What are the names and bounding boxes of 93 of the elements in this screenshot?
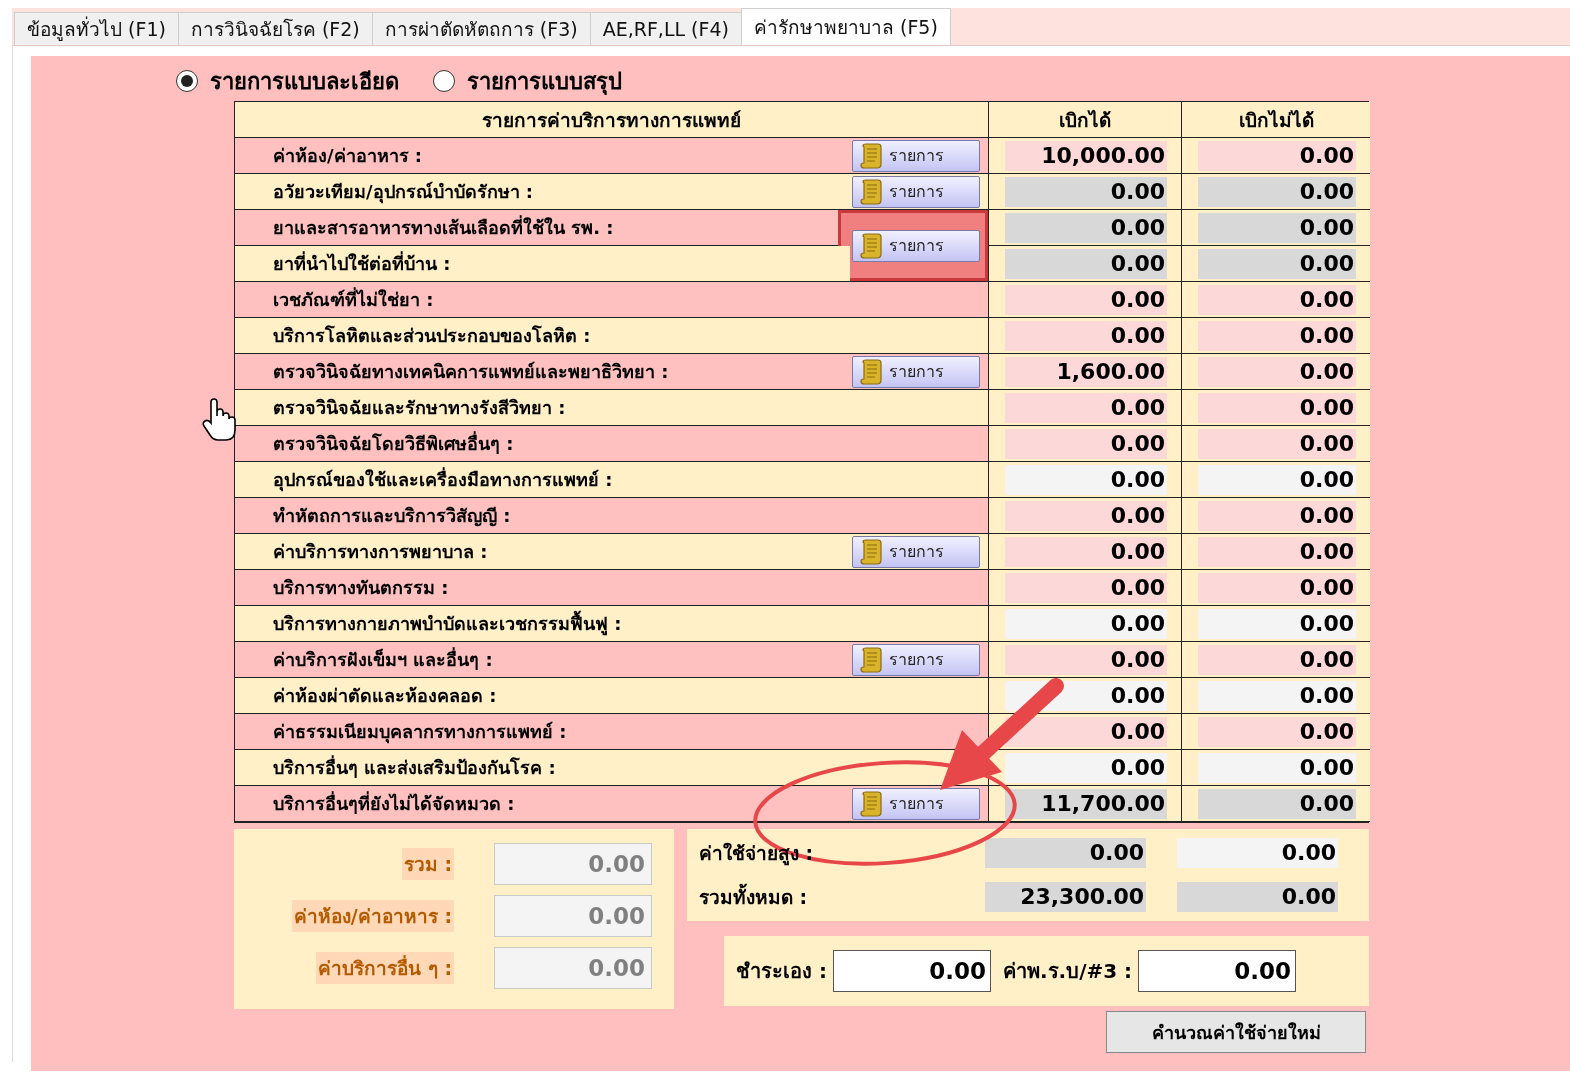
row-label: บริการทางทันตกรรม : [235, 570, 989, 606]
amount-field[interactable]: 0.00 [1005, 500, 1167, 531]
amount-field[interactable]: 0.00 [1198, 716, 1356, 747]
row-label: ค่าธรรมเนียมบุคลากรทางการแพทย์ : [235, 714, 989, 750]
row-label: ทำหัตถการและบริการวิสัญญี : [235, 498, 989, 534]
payment-label: ชำระเอง : [736, 958, 827, 985]
amount-field[interactable]: 0.00 [1198, 212, 1356, 243]
amount-field[interactable]: 10,000.00 [1005, 140, 1167, 171]
row-label: ค่าห้อง/ค่าอาหาร : [235, 138, 850, 174]
row-label: ยาที่นำไปใช้ต่อที่บ้าน : [235, 246, 850, 282]
recalculate-button[interactable]: คำนวณค่าใช้จ่ายใหม่ [1106, 1011, 1366, 1053]
total-field[interactable]: 23,300.00 [985, 882, 1146, 912]
amount-field[interactable]: 11,700.00 [1005, 788, 1167, 819]
scroll-icon [859, 178, 883, 205]
row-label: บริการอื่นๆที่ยังไม่ได้จัดหมวด : [235, 786, 850, 822]
amount-field[interactable]: 0.00 [1198, 500, 1356, 531]
amount-field[interactable]: 0.00 [1198, 536, 1356, 567]
row-label: ตรวจวินิจฉัยทางเทคนิคการแพทย์และพยาธิวิทยา : [235, 354, 850, 390]
amount-field[interactable]: 0.00 [1005, 608, 1167, 639]
list-button[interactable]: รายการ [852, 535, 980, 568]
amount-field[interactable]: 0.00 [1005, 428, 1167, 459]
payment-label: ค่าพ.ร.บ/#3 : [1002, 958, 1133, 985]
amount-field[interactable]: 0.00 [1005, 176, 1167, 207]
subtotal-label: ค่าห้อง/ค่าอาหาร : [291, 900, 454, 932]
tab[interactable]: AE,RF,LL (F4) [589, 12, 742, 45]
radio-button[interactable] [433, 70, 455, 92]
row-label: บริการทางกายภาพบำบัดและเวชกรรมฟื้นฟู : [235, 606, 989, 642]
row-label: บริการโลหิตและส่วนประกอบของโลหิต : [235, 318, 989, 354]
amount-field[interactable]: 0.00 [1005, 212, 1167, 243]
row-label: เวชภัณฑ์ที่ไม่ใช่ยา : [235, 282, 989, 318]
row-label: ค่าห้องผ่าตัดและห้องคลอด : [235, 678, 989, 714]
amount-field[interactable]: 0.00 [1198, 284, 1356, 315]
amount-field[interactable]: 0.00 [1198, 356, 1356, 387]
radio-label[interactable]: รายการแบบสรุป [467, 63, 622, 99]
hand-cursor-icon [202, 398, 236, 442]
amount-field[interactable]: 0.00 [1198, 644, 1356, 675]
amount-field[interactable]: 0.00 [1198, 608, 1356, 639]
amount-field[interactable]: 0.00 [1005, 752, 1167, 783]
payment-field[interactable]: 0.00 [1138, 950, 1297, 992]
amount-field[interactable]: 0.00 [1198, 788, 1356, 819]
amount-field[interactable]: 0.00 [1005, 464, 1167, 495]
scroll-icon [859, 142, 883, 169]
radio-button[interactable] [176, 70, 198, 92]
amount-field[interactable]: 0.00 [1005, 284, 1167, 315]
total-field[interactable]: 0.00 [1177, 882, 1338, 912]
amount-field[interactable]: 1,600.00 [1005, 356, 1167, 387]
tab[interactable]: การผ่าตัดหัตถการ (F3) [371, 12, 591, 45]
list-button[interactable]: รายการ [852, 355, 980, 388]
list-button[interactable]: รายการ [852, 175, 980, 208]
list-button[interactable]: รายการ [852, 643, 980, 676]
total-label: ค่าใช้จ่ายสูง : [699, 841, 815, 868]
scroll-icon [859, 790, 883, 817]
amount-field[interactable]: 0.00 [1198, 752, 1356, 783]
amount-field[interactable]: 0.00 [1198, 392, 1356, 423]
amount-field[interactable]: 0.00 [1198, 572, 1356, 603]
total-field[interactable]: 0.00 [1177, 838, 1338, 868]
amount-field[interactable]: 0.00 [1198, 464, 1356, 495]
amount-field[interactable]: 0.00 [1198, 680, 1356, 711]
amount-field[interactable]: 0.00 [1198, 320, 1356, 351]
tab[interactable]: ข้อมูลทั่วไป (F1) [14, 12, 179, 45]
scroll-icon [859, 646, 883, 673]
amount-field[interactable]: 0.00 [1005, 572, 1167, 603]
tab[interactable]: การวินิจฉัยโรค (F2) [177, 12, 373, 45]
amount-field[interactable]: 0.00 [1198, 428, 1356, 459]
amount-field[interactable]: 0.00 [1198, 140, 1356, 171]
column-header: เบิกได้ [989, 102, 1182, 138]
column-header: รายการค่าบริการทางการแพทย์ [235, 102, 989, 138]
scroll-icon [859, 232, 883, 259]
subtotal-label: รวม : [401, 848, 454, 880]
subtotal-label: ค่าบริการอื่น ๆ : [316, 952, 454, 984]
scroll-icon [859, 538, 883, 565]
row-label: ตรวจวินิจฉัยโดยวิธีพิเศษอื่นๆ : [235, 426, 989, 462]
total-field[interactable]: 0.00 [985, 838, 1146, 868]
column-header: เบิกไม่ได้ [1182, 102, 1370, 138]
amount-field[interactable]: 0.00 [1005, 716, 1167, 747]
row-label: ค่าบริการฝังเข็มฯ และอื่นๆ : [235, 642, 850, 678]
list-button[interactable]: รายการ [852, 229, 980, 262]
amount-field[interactable]: 0.00 [1005, 320, 1167, 351]
amount-field[interactable]: 0.00 [1005, 536, 1167, 567]
tab[interactable]: ค่ารักษาพยาบาล (F5) [740, 8, 951, 45]
row-label: อุปกรณ์ของใช้และเครื่องมือทางการแพทย์ : [235, 462, 989, 498]
list-button[interactable]: รายการ [852, 787, 980, 820]
radio-label[interactable]: รายการแบบละเอียด [210, 63, 399, 99]
amount-field[interactable]: 0.00 [1198, 176, 1356, 207]
scroll-icon [859, 358, 883, 385]
amount-field[interactable]: 0.00 [1005, 248, 1167, 279]
row-label: ตรวจวินิจฉัยและรักษาทางรังสีวิทยา : [235, 390, 989, 426]
amount-field[interactable]: 0.00 [1005, 644, 1167, 675]
list-button[interactable]: รายการ [852, 139, 980, 172]
amount-field[interactable]: 0.00 [1198, 248, 1356, 279]
payment-field[interactable]: 0.00 [832, 950, 991, 992]
amount-field[interactable]: 0.00 [1005, 392, 1167, 423]
total-label: รวมทั้งหมด : [699, 882, 985, 912]
